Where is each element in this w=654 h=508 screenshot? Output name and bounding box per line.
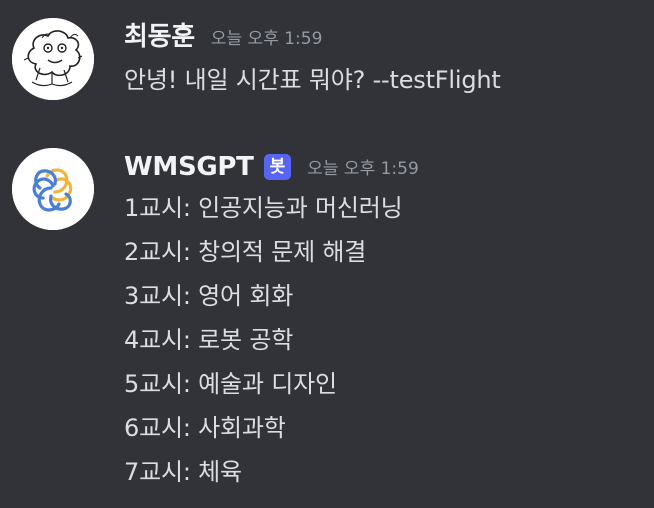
- message-line: 5교시: 예술과 디자인: [124, 370, 337, 398]
- bot-badge: 봇: [263, 154, 292, 180]
- openai-logo-icon: [12, 148, 94, 230]
- timestamp[interactable]: 오늘 오후 1:59: [211, 17, 323, 58]
- username[interactable]: 최동훈: [124, 18, 195, 56]
- message-line: 7교시: 체육: [124, 458, 242, 486]
- message-line: 안녕! 내일 시간표 뭐야? --testFlight: [124, 66, 501, 94]
- message-content: 안녕! 내일 시간표 뭐야? --testFlight: [124, 58, 646, 102]
- message-line: 6교시: 사회과학: [124, 414, 286, 442]
- timestamp[interactable]: 오늘 오후 1:59: [307, 147, 419, 188]
- message-line: 4교시: 로봇 공학: [124, 326, 294, 354]
- username[interactable]: WMSGPT: [124, 148, 254, 186]
- message-body: WMSGPT 봇 오늘 오후 1:59 1교시: 인공지능과 머신러닝 2교시:…: [124, 148, 646, 494]
- chat-messages: 최동훈 오늘 오후 1:59 안녕! 내일 시간표 뭐야? --testFlig…: [0, 0, 654, 508]
- message-header: WMSGPT 봇 오늘 오후 1:59: [124, 148, 646, 186]
- message-line: 3교시: 영어 회화: [124, 282, 294, 310]
- message-header: 최동훈 오늘 오후 1:59: [124, 18, 646, 56]
- user-avatar[interactable]: [12, 18, 94, 100]
- message-line: 2교시: 창의적 문제 해결: [124, 238, 367, 266]
- message-line: 1교시: 인공지능과 머신러닝: [124, 194, 403, 222]
- bot-avatar[interactable]: [12, 148, 94, 230]
- message-content: 1교시: 인공지능과 머신러닝 2교시: 창의적 문제 해결 3교시: 영어 회…: [124, 186, 646, 494]
- doodle-avatar-icon: [12, 18, 94, 100]
- message-body: 최동훈 오늘 오후 1:59 안녕! 내일 시간표 뭐야? --testFlig…: [124, 18, 646, 102]
